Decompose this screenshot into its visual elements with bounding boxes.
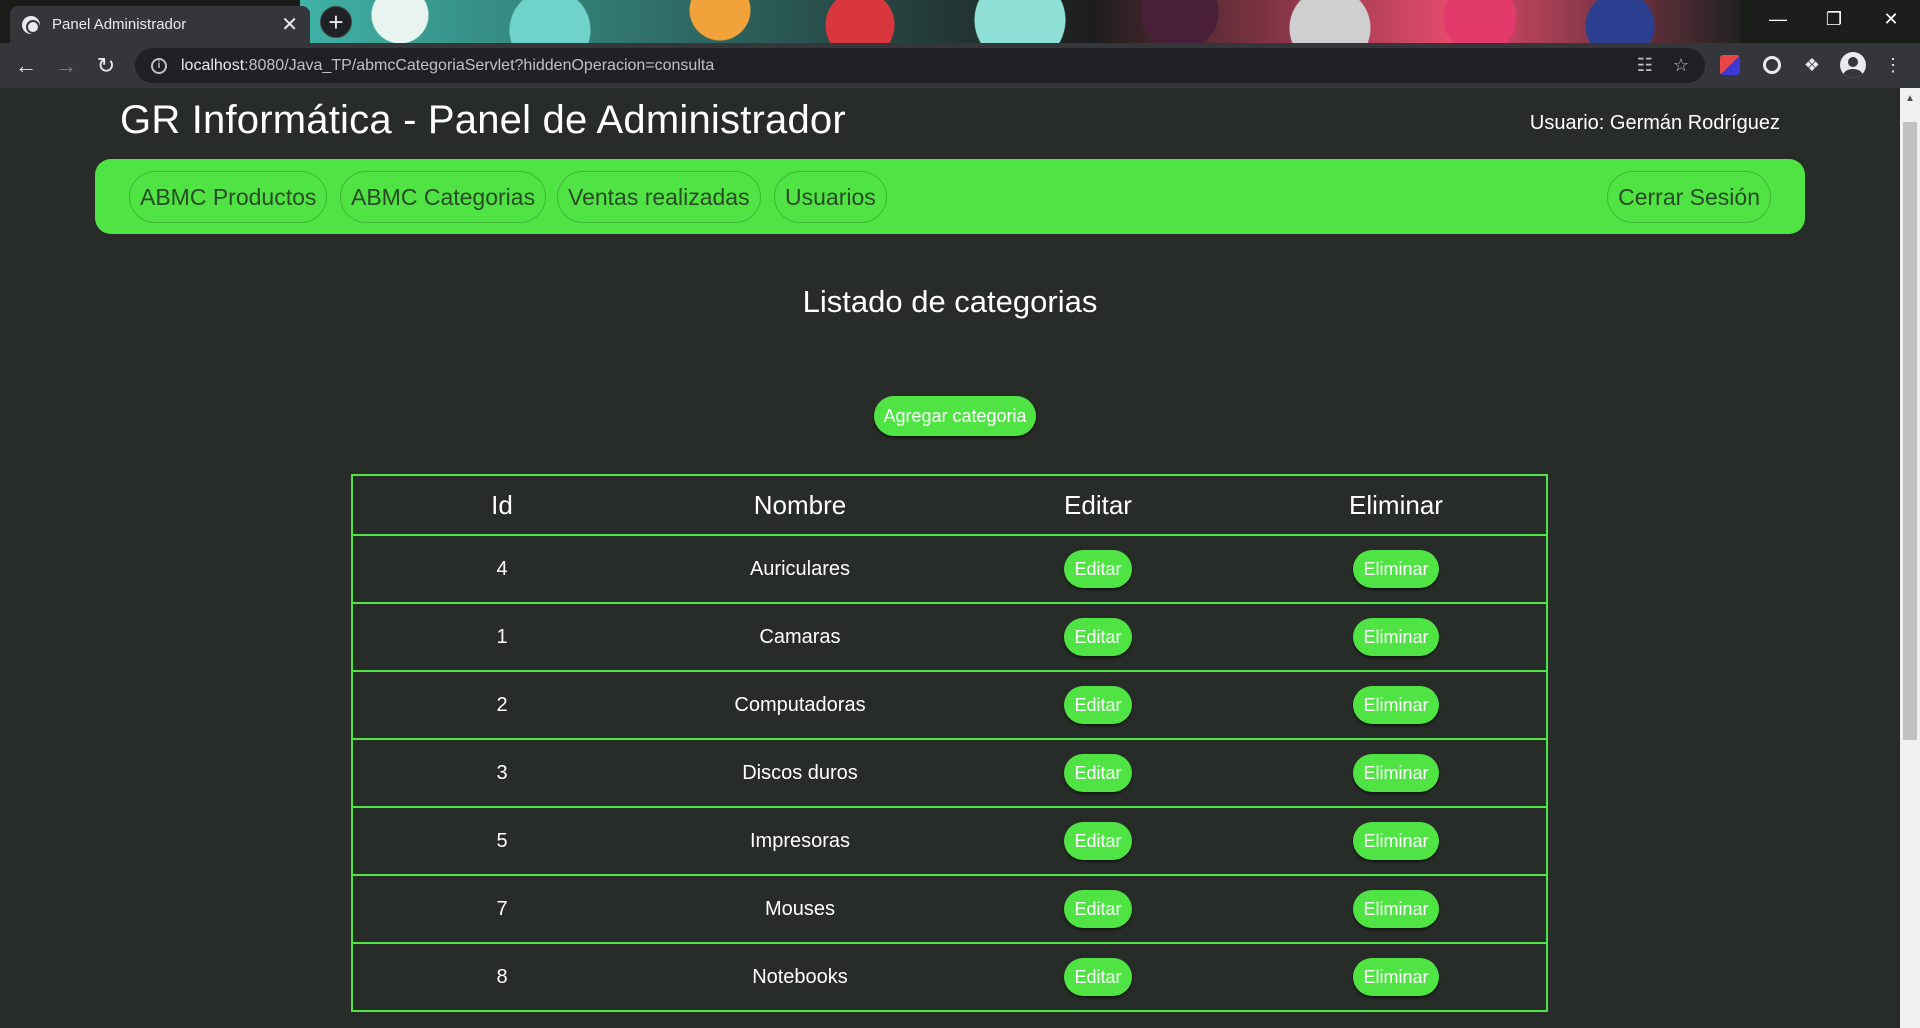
user-label: Usuario: Germán Rodríguez	[1529, 112, 1780, 134]
cell-eliminar: Eliminar	[1247, 890, 1545, 928]
url-text[interactable]: localhost:8080/Java_TP/abmcCategoriaServ…	[181, 57, 1637, 75]
table-row: 1 Camaras Editar Eliminar	[353, 604, 1546, 672]
scroll-up-arrow-icon[interactable]: ▲	[1900, 88, 1920, 108]
cell-eliminar: Eliminar	[1247, 618, 1545, 656]
column-header-nombre: Nombre	[753, 489, 847, 520]
globe-icon	[22, 15, 40, 34]
table-header-row: Id Nombre Editar Eliminar	[353, 476, 1546, 536]
extension-color-icon[interactable]	[1717, 52, 1743, 78]
profile-avatar-icon[interactable]	[1840, 52, 1866, 78]
nav-item-ventas-realizadas[interactable]: Ventas realizadas	[557, 171, 761, 223]
cell-editar: Editar	[949, 958, 1247, 996]
edit-button[interactable]: Editar	[1064, 754, 1132, 792]
edit-button[interactable]: Editar	[1064, 686, 1132, 724]
cell-editar: Editar	[949, 550, 1247, 588]
delete-button[interactable]: Eliminar	[1353, 618, 1439, 656]
cell-eliminar: Eliminar	[1247, 754, 1545, 792]
delete-button[interactable]: Eliminar	[1353, 550, 1439, 588]
table-row: 3 Discos duros Editar Eliminar	[353, 740, 1546, 808]
column-header-eliminar: Eliminar	[1349, 489, 1443, 520]
cell-editar: Editar	[949, 754, 1247, 792]
forward-arrow-icon[interactable]: →	[46, 46, 86, 86]
back-arrow-icon[interactable]: ←	[6, 46, 46, 86]
categories-table: Id Nombre Editar Eliminar 4 Auriculares Ed…	[351, 474, 1548, 1012]
logout-button[interactable]: Cerrar Sesión	[1607, 171, 1771, 223]
cell-editar: Editar	[949, 686, 1247, 724]
close-icon[interactable]: ✕	[281, 15, 298, 35]
cell-editar: Editar	[949, 822, 1247, 860]
minimize-button[interactable]: —	[1750, 0, 1806, 38]
reload-icon[interactable]: ↻	[86, 46, 126, 86]
new-tab-button[interactable]: +	[320, 6, 352, 38]
delete-button[interactable]: Eliminar	[1353, 754, 1439, 792]
tab-title: Panel Administrador	[52, 16, 187, 33]
restore-button[interactable]: ❐	[1806, 0, 1862, 38]
cell-id: 5	[496, 829, 508, 852]
table-row: 8 Notebooks Editar Eliminar	[353, 944, 1546, 1012]
info-icon[interactable]: i	[151, 57, 167, 74]
delete-button[interactable]: Eliminar	[1353, 890, 1439, 928]
cell-id: 1	[496, 625, 508, 648]
cell-id: 2	[496, 693, 508, 716]
main-navbar: ABMC Productos ABMC Categorias Ventas re…	[95, 159, 1805, 234]
cell-nombre: Computadoras	[734, 693, 866, 716]
edit-button[interactable]: Editar	[1064, 890, 1132, 928]
cell-nombre: Impresoras	[749, 829, 851, 852]
cell-eliminar: Eliminar	[1247, 822, 1545, 860]
nav-item-usuarios[interactable]: Usuarios	[774, 171, 887, 223]
column-header-id: Id	[491, 489, 513, 520]
column-header-editar: Editar	[1064, 489, 1132, 520]
site-title: GR Informática - Panel de Administrador	[120, 98, 846, 142]
bookmark-star-icon[interactable]: ☆	[1673, 55, 1689, 76]
cell-editar: Editar	[949, 890, 1247, 928]
nav-item-abmc-productos[interactable]: ABMC Productos	[129, 171, 328, 223]
add-category-button[interactable]: Agregar categoria	[874, 396, 1036, 436]
cell-nombre: Auriculares	[749, 557, 851, 580]
cell-nombre: Notebooks	[752, 965, 848, 988]
table-row: 7 Mouses Editar Eliminar	[353, 876, 1546, 944]
delete-button[interactable]: Eliminar	[1353, 822, 1439, 860]
edit-button[interactable]: Editar	[1064, 550, 1132, 588]
cell-editar: Editar	[949, 618, 1247, 656]
tab-strip-theme-image	[300, 0, 1740, 43]
edit-button[interactable]: Editar	[1064, 822, 1132, 860]
cell-nombre: Mouses	[764, 897, 836, 920]
cell-eliminar: Eliminar	[1247, 550, 1545, 588]
cell-eliminar: Eliminar	[1247, 686, 1545, 724]
edit-button[interactable]: Editar	[1064, 958, 1132, 996]
address-bar[interactable]: i localhost:8080/Java_TP/abmcCategoriaSe…	[135, 48, 1705, 83]
cell-nombre: Camaras	[759, 625, 841, 648]
cell-eliminar: Eliminar	[1247, 958, 1545, 996]
browser-toolbar: ← → ↻ i localhost:8080/Java_TP/abmcCateg…	[0, 43, 1920, 88]
edit-button[interactable]: Editar	[1064, 618, 1132, 656]
cell-id: 8	[496, 965, 508, 988]
page-content: GR Informática - Panel de Administrador …	[0, 88, 1900, 1028]
table-row: 5 Impresoras Editar Eliminar	[353, 808, 1546, 876]
delete-button[interactable]: Eliminar	[1353, 958, 1439, 996]
extension-circle-icon[interactable]	[1759, 52, 1785, 78]
menu-dots-icon[interactable]: ⋮	[1880, 52, 1906, 78]
table-row: 2 Computadoras Editar Eliminar	[353, 672, 1546, 740]
vertical-scrollbar[interactable]: ▲	[1900, 88, 1920, 1028]
scrollbar-thumb[interactable]	[1903, 122, 1917, 740]
translate-icon[interactable]: ☷	[1637, 55, 1653, 76]
nav-item-abmc-categorias[interactable]: ABMC Categorias	[340, 171, 547, 223]
extensions-puzzle-icon[interactable]: ❖	[1799, 52, 1825, 78]
browser-tab[interactable]: Panel Administrador ✕	[10, 6, 310, 43]
delete-button[interactable]: Eliminar	[1353, 686, 1439, 724]
cell-id: 3	[496, 761, 508, 784]
url-host: localhost	[181, 56, 245, 74]
url-path: :8080/Java_TP/abmcCategoriaServlet?hidde…	[244, 56, 715, 74]
page-title: Listado de categorias	[802, 284, 1098, 319]
cell-nombre: Discos duros	[742, 761, 858, 784]
browser-titlebar: Panel Administrador ✕ + — ❐ ✕	[0, 0, 1920, 43]
table-row: 4 Auriculares Editar Eliminar	[353, 536, 1546, 604]
cell-id: 4	[496, 557, 508, 580]
cell-id: 7	[496, 897, 508, 920]
window-close-button[interactable]: ✕	[1862, 0, 1920, 38]
